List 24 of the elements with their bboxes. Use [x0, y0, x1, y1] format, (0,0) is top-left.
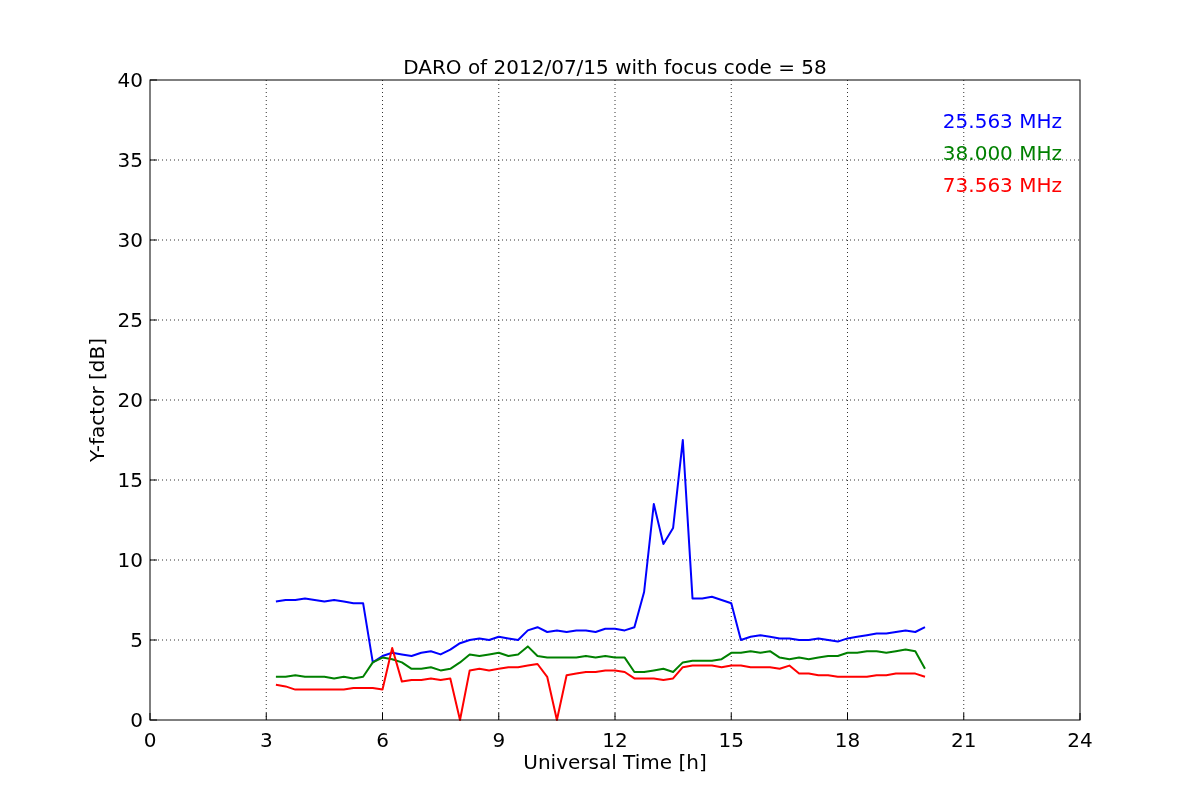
- tick-label: 40: [117, 68, 143, 92]
- chart-title: DARO of 2012/07/15 with focus code = 58: [403, 55, 827, 79]
- tick-label: 0: [130, 708, 143, 732]
- tick-label: 20: [117, 388, 143, 412]
- tick-label: 6: [376, 728, 389, 752]
- tick-label: 35: [117, 148, 143, 172]
- tick-label: 30: [117, 228, 143, 252]
- legend-label: 25.563 MHz: [942, 109, 1062, 133]
- tick-label: 25: [117, 308, 143, 332]
- tick-label: 10: [117, 548, 143, 572]
- tick-label: 18: [834, 728, 861, 752]
- tick-label: 5: [130, 628, 143, 652]
- tick-label: 3: [259, 728, 273, 752]
- tick-label: 12: [602, 728, 628, 752]
- tick-label: 15: [117, 468, 143, 492]
- tick-label: 21: [951, 728, 977, 752]
- tick-label: 24: [1067, 728, 1093, 752]
- y-axis-label: Y-factor [dB]: [85, 338, 109, 462]
- tick-label: 9: [492, 728, 506, 752]
- legend-label: 73.563 MHz: [942, 173, 1062, 197]
- x-axis-label: Universal Time [h]: [523, 750, 707, 774]
- legend-label: 38.000 MHz: [942, 141, 1062, 165]
- tick-label: 0: [143, 728, 157, 752]
- tick-label: 15: [718, 728, 744, 752]
